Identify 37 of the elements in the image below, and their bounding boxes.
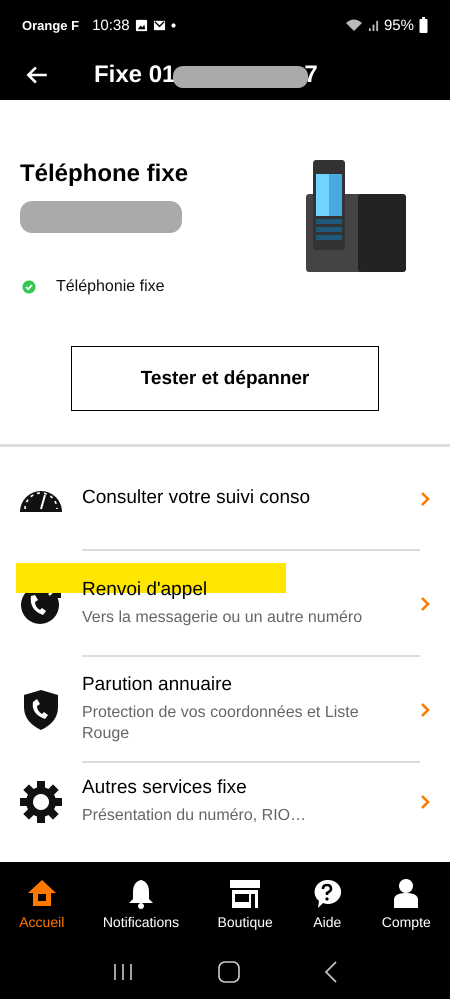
tab-item[interactable]: Notifications bbox=[102, 878, 180, 930]
settings-icon bbox=[19, 780, 63, 824]
menu-item[interactable]: Consulter votre suivi conso bbox=[0, 447, 450, 551]
item-subtitle: Protection de vos coordonnées et Liste Rouge bbox=[82, 703, 360, 744]
item-title: Autres services fixe bbox=[82, 777, 248, 799]
menu-item[interactable]: Autres services fixe Présentation du numéro, RIO… bbox=[0, 763, 450, 841]
test-button[interactable]: Tester et dépanner bbox=[71, 346, 379, 411]
chevron-icon bbox=[420, 794, 430, 810]
tab-item[interactable]: Accueil bbox=[19, 878, 64, 930]
back-icon[interactable] bbox=[324, 961, 338, 983]
carrier-name: Orange F bbox=[22, 18, 80, 32]
dot-icon bbox=[170, 22, 176, 28]
tab-item[interactable]: Boutique bbox=[218, 878, 273, 930]
chevron-icon bbox=[420, 596, 430, 612]
item-title: Consulter votre suivi conso bbox=[82, 487, 312, 509]
line-title: Téléphone fixe bbox=[20, 160, 188, 188]
item-title: Parution annuaire bbox=[82, 674, 233, 696]
image-icon bbox=[134, 18, 148, 32]
wifi-icon bbox=[344, 18, 363, 32]
recent-apps-icon[interactable] bbox=[112, 963, 134, 981]
signal-icon bbox=[368, 18, 379, 32]
tab-item[interactable]: Compte bbox=[382, 878, 431, 930]
page-title: Fixe 01 bbox=[94, 61, 176, 89]
mail-icon bbox=[152, 18, 166, 32]
chevron-icon bbox=[420, 491, 430, 507]
battery-icon bbox=[419, 17, 428, 33]
service-label: Téléphonie fixe bbox=[56, 278, 165, 296]
home-button-icon[interactable] bbox=[218, 961, 240, 983]
battery-percent: 95% bbox=[384, 16, 414, 34]
clock: 10:38 bbox=[92, 16, 130, 34]
item-subtitle: Vers la messagerie ou un autre numéro bbox=[82, 608, 364, 628]
menu-item[interactable]: Parution annuaire Protection de vos coordonnées et Liste Rouge bbox=[0, 657, 450, 763]
chevron-icon bbox=[420, 702, 430, 718]
item-subtitle: Présentation du numéro, RIO… bbox=[82, 806, 308, 826]
tab-item[interactable]: Aide bbox=[311, 878, 344, 930]
shield-phone-icon bbox=[23, 689, 59, 731]
shop-icon bbox=[229, 878, 262, 910]
